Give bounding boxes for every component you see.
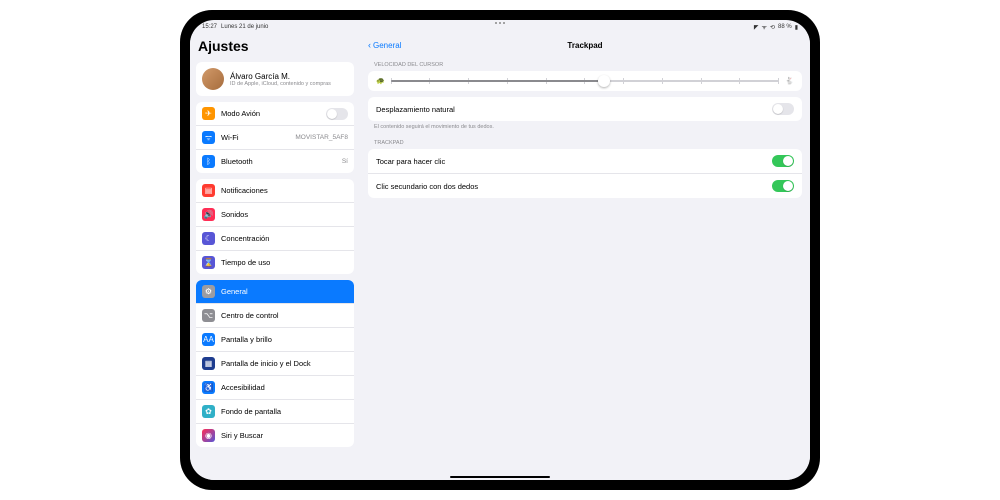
focus-icon: ☾ (202, 232, 215, 245)
home-label: Pantalla de inicio y el Dock (221, 359, 348, 368)
siri-label: Siri y Buscar (221, 431, 348, 440)
slider-knob[interactable] (598, 75, 610, 87)
profile-sub: ID de Apple, iCloud, contenido y compras (230, 81, 331, 87)
siri-icon: ◉ (202, 429, 215, 442)
display-icon: AA (202, 333, 215, 346)
accessibility-icon: ♿ (202, 381, 215, 394)
sidebar-item-general[interactable]: ⚙ General (196, 280, 354, 304)
chevron-left-icon: ‹ (368, 40, 371, 50)
sidebar[interactable]: Ajustes Álvaro García M. ID de Apple, iC… (190, 34, 360, 480)
sidebar-title: Ajustes (196, 38, 354, 56)
sidebar-item-control-center[interactable]: ⌥ Centro de control (196, 304, 354, 328)
tap-to-click-label: Tocar para hacer clic (376, 157, 445, 166)
battery-icon: ▮ (795, 24, 798, 31)
wifi-settings-icon: ᯤ (202, 131, 215, 144)
screentime-label: Tiempo de uso (221, 258, 348, 267)
cursor-speed-slider[interactable] (391, 80, 780, 82)
display-label: Pantalla y brillo (221, 335, 348, 344)
detail-nav: ‹ General Trackpad (360, 34, 810, 56)
sidebar-item-screentime[interactable]: ⌛ Tiempo de uso (196, 251, 354, 274)
sidebar-item-accessibility[interactable]: ♿ Accesibilidad (196, 376, 354, 400)
profile-name: Álvaro García M. (230, 72, 331, 81)
airplane-icon: ✈ (202, 107, 215, 120)
turtle-icon: 🐢 (376, 77, 385, 85)
cursor-speed-header: VELOCIDAD DEL CURSOR (360, 56, 810, 71)
sidebar-item-wifi[interactable]: ᯤ Wi-Fi MOVISTAR_5AF8 (196, 126, 354, 150)
sidebar-item-focus[interactable]: ☾ Concentración (196, 227, 354, 251)
sidebar-item-bluetooth[interactable]: ᛒ Bluetooth Sí (196, 150, 354, 173)
control-center-icon: ⌥ (202, 309, 215, 322)
status-bar: 15:27 Lunes 21 de junio ◤ ᯤ ⟲ 88 % ▮ (190, 20, 810, 34)
sidebar-item-display[interactable]: AA Pantalla y brillo (196, 328, 354, 352)
access-label: Accesibilidad (221, 383, 348, 392)
airplane-label: Modo Avión (221, 109, 320, 118)
secondary-click-toggle[interactable] (772, 180, 794, 192)
wifi-icon: ᯤ (761, 23, 766, 31)
bt-value: Sí (342, 158, 348, 165)
notifications-icon: ▤ (202, 184, 215, 197)
natural-scroll-row[interactable]: Desplazamiento natural (368, 97, 802, 121)
bt-label: Bluetooth (221, 157, 336, 166)
ipad-frame: 15:27 Lunes 21 de junio ◤ ᯤ ⟲ 88 % ▮ Aju… (180, 10, 820, 490)
sidebar-item-airplane[interactable]: ✈ Modo Avión (196, 102, 354, 126)
sidebar-item-sounds[interactable]: 🔊 Sonidos (196, 203, 354, 227)
natural-scroll-label: Desplazamiento natural (376, 105, 455, 114)
notif-label: Notificaciones (221, 186, 348, 195)
back-label: General (373, 41, 401, 50)
multitask-icon[interactable] (495, 22, 505, 24)
wifi-label: Wi-Fi (221, 133, 289, 142)
control-label: Centro de control (221, 311, 348, 320)
secondary-click-row[interactable]: Clic secundario con dos dedos (368, 174, 802, 198)
status-date: Lunes 21 de junio (221, 24, 268, 30)
back-button[interactable]: ‹ General (368, 40, 401, 50)
sidebar-item-homescreen[interactable]: ▦ Pantalla de inicio y el Dock (196, 352, 354, 376)
natural-scroll-footer: El contenido seguirá el movimiento de tu… (360, 121, 810, 134)
natural-scroll-toggle[interactable] (772, 103, 794, 115)
sounds-label: Sonidos (221, 210, 348, 219)
page-title: Trackpad (567, 41, 602, 50)
focus-label: Concentración (221, 234, 348, 243)
status-time: 15:27 (202, 24, 217, 30)
secondary-click-label: Clic secundario con dos dedos (376, 182, 478, 191)
avatar (202, 68, 224, 90)
tap-to-click-row[interactable]: Tocar para hacer clic (368, 149, 802, 174)
screen: 15:27 Lunes 21 de junio ◤ ᯤ ⟲ 88 % ▮ Aju… (190, 20, 810, 480)
tap-to-click-toggle[interactable] (772, 155, 794, 167)
general-label: General (221, 287, 348, 296)
sidebar-item-siri[interactable]: ◉ Siri y Buscar (196, 424, 354, 447)
sounds-icon: 🔊 (202, 208, 215, 221)
gear-icon: ⚙ (202, 285, 215, 298)
bluetooth-icon: ᛒ (202, 155, 215, 168)
airplane-toggle[interactable] (326, 108, 348, 120)
wallpaper-icon: ✿ (202, 405, 215, 418)
sidebar-item-notifications[interactable]: ▤ Notificaciones (196, 179, 354, 203)
sidebar-item-wallpaper[interactable]: ✿ Fondo de pantalla (196, 400, 354, 424)
location-icon: ◤ (754, 24, 759, 31)
screentime-icon: ⌛ (202, 256, 215, 269)
trackpad-section-header: TRACKPAD (360, 134, 810, 149)
home-indicator[interactable] (450, 476, 550, 479)
homescreen-icon: ▦ (202, 357, 215, 370)
rabbit-icon: 🐇 (785, 77, 794, 85)
wifi-value: MOVISTAR_5AF8 (295, 134, 348, 141)
battery-pct: 88 % (778, 24, 792, 30)
cursor-speed-slider-row: 🐢 🐇 (368, 71, 802, 91)
detail-pane: ‹ General Trackpad VELOCIDAD DEL CURSOR … (360, 34, 810, 480)
wallpaper-label: Fondo de pantalla (221, 407, 348, 416)
profile-card[interactable]: Álvaro García M. ID de Apple, iCloud, co… (196, 62, 354, 96)
rotate-lock-icon: ⟲ (770, 24, 775, 31)
